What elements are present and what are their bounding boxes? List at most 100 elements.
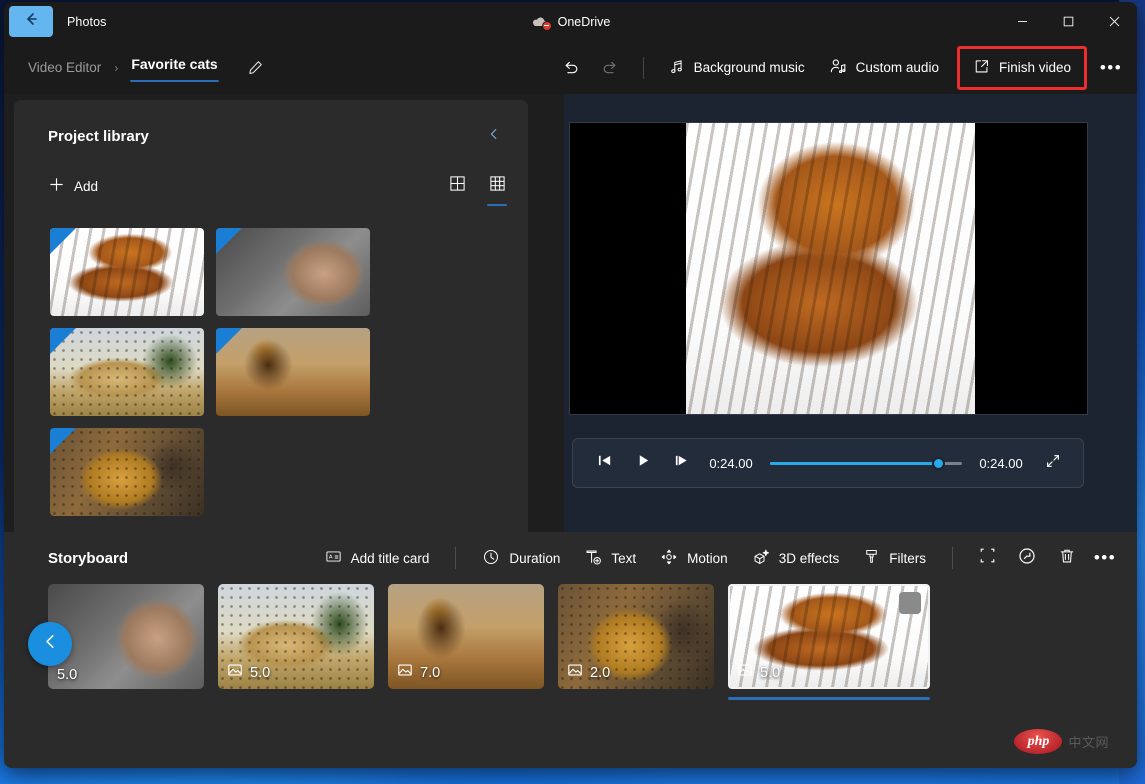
storyboard-panel: Storyboard A Add title card: [4, 532, 1137, 768]
library-thumbnail-grid: [14, 202, 504, 516]
toolbar-divider: [643, 57, 644, 79]
filters-button[interactable]: Filters: [851, 540, 938, 576]
text-label: Text: [611, 551, 636, 566]
selection-corner-indicator: [216, 328, 242, 354]
previous-frame-button[interactable]: [586, 446, 624, 480]
3d-effects-label: 3D effects: [779, 551, 840, 566]
command-bar-actions: Background music Custom audio: [551, 46, 1129, 90]
storyboard-title: Storyboard: [48, 550, 128, 567]
storyboard-tools: A Add title card Duration: [313, 540, 1123, 576]
storyboard-toolbar: Storyboard A Add title card: [4, 532, 1137, 584]
custom-audio-icon: [829, 57, 847, 78]
seek-handle[interactable]: [932, 457, 945, 470]
breadcrumb-video-editor[interactable]: Video Editor: [22, 56, 107, 79]
grid-2x2-icon: [449, 175, 466, 197]
filters-label: Filters: [889, 551, 926, 566]
background-music-button[interactable]: Background music: [656, 50, 817, 86]
delete-button[interactable]: [1047, 540, 1087, 576]
clip-duration: 5.0: [760, 665, 780, 681]
large-grid-view-button[interactable]: [442, 171, 472, 201]
brush-icon: [863, 548, 880, 568]
selection-corner-indicator: [50, 228, 76, 254]
playback-controls: 0:24.00 0:24.00: [572, 438, 1084, 488]
minimize-button[interactable]: [999, 2, 1045, 41]
storyboard-clip-leopard[interactable]: 2.0: [558, 584, 714, 689]
next-frame-button[interactable]: [662, 446, 700, 480]
onedrive-cloud-icon: [531, 15, 551, 29]
play-button[interactable]: [624, 446, 662, 480]
onedrive-status: OneDrive: [4, 2, 1137, 41]
expand-icon: [1045, 453, 1061, 474]
add-media-label: Add: [74, 179, 98, 194]
preview-image-tiger: [686, 123, 975, 414]
photos-app-window: Photos OneDrive Video Editor: [4, 2, 1137, 768]
storyboard-clip-cheetahs[interactable]: 5.0: [218, 584, 374, 689]
previous-frame-icon: [597, 453, 614, 473]
selection-corner-indicator: [50, 328, 76, 354]
watermark: php 中文网: [1014, 729, 1109, 754]
clock-icon: [482, 548, 500, 569]
text-button[interactable]: Text: [572, 540, 648, 576]
back-button[interactable]: [9, 6, 53, 37]
selection-corner-indicator: [216, 228, 242, 254]
playback-seek-slider[interactable]: [770, 449, 962, 477]
redo-button[interactable]: [591, 50, 631, 86]
library-thumbnail-lion[interactable]: [216, 328, 370, 416]
rename-project-button[interactable]: [241, 53, 271, 83]
close-button[interactable]: [1091, 2, 1137, 41]
command-bar-more-button[interactable]: •••: [1093, 50, 1129, 86]
clip-duration: 5.0: [57, 667, 77, 683]
add-media-button[interactable]: Add: [40, 170, 110, 202]
duration-button[interactable]: Duration: [470, 540, 572, 576]
storyboard-clip-cougar[interactable]: 5.0: [48, 584, 204, 689]
library-thumbnail-tiger[interactable]: [50, 228, 204, 316]
command-bar: Video Editor › Favorite cats: [4, 41, 1137, 94]
video-preview-panel: 0:24.00 0:24.00: [564, 94, 1137, 532]
3d-effects-button[interactable]: 3D effects: [740, 540, 852, 576]
maximize-button[interactable]: [1045, 2, 1091, 41]
chevron-left-icon: [487, 127, 501, 146]
project-library-card: Project library: [14, 100, 528, 532]
motion-label: Motion: [687, 551, 728, 566]
library-thumbnail-cougar[interactable]: [216, 228, 370, 316]
current-time-label: 0:24.00: [700, 456, 762, 471]
motion-button[interactable]: Motion: [648, 540, 740, 576]
storyboard-clip-tiger[interactable]: 5.0: [728, 584, 930, 689]
small-grid-view-button[interactable]: [482, 171, 512, 201]
collapse-library-button[interactable]: [480, 122, 508, 150]
storyboard-clip-lion[interactable]: 7.0: [388, 584, 544, 689]
svg-text:A: A: [328, 555, 332, 561]
finish-video-button[interactable]: Finish video: [961, 50, 1083, 86]
seek-fill: [770, 462, 939, 465]
window-controls: [999, 2, 1137, 41]
finish-video-label: Finish video: [999, 60, 1071, 75]
clip-duration: 5.0: [250, 665, 270, 681]
clip-selection-checkbox[interactable]: [899, 592, 921, 614]
library-thumbnail-cheetahs[interactable]: [50, 328, 204, 416]
music-note-icon: [668, 58, 685, 78]
motion-icon: [660, 548, 678, 569]
grid-3x3-icon: [489, 175, 506, 197]
crop-button[interactable]: [967, 540, 1007, 576]
breadcrumb-project-name[interactable]: Favorite cats: [125, 52, 223, 83]
project-library-header: Project library: [14, 100, 528, 150]
storyboard-more-button[interactable]: •••: [1087, 540, 1123, 576]
back-arrow-icon: [23, 11, 39, 32]
duration-label: Duration: [509, 551, 560, 566]
project-library-panel: Project library: [4, 94, 564, 532]
clip-duration: 2.0: [590, 665, 610, 681]
add-title-card-button[interactable]: A Add title card: [313, 540, 442, 576]
fullscreen-button[interactable]: [1036, 446, 1070, 480]
storyboard-clip-strip: 5.0 5.0: [4, 584, 1137, 689]
image-icon: [397, 662, 413, 683]
library-thumbnail-leopard[interactable]: [50, 428, 204, 516]
storyboard-divider-1: [455, 547, 456, 569]
storyboard-scroll-left-button[interactable]: [28, 622, 72, 666]
rotate-button[interactable]: [1007, 540, 1047, 576]
video-preview-frame[interactable]: [569, 122, 1088, 415]
custom-audio-button[interactable]: Custom audio: [817, 50, 951, 86]
text-icon: [584, 548, 602, 569]
undo-button[interactable]: [551, 50, 591, 86]
trash-icon: [1058, 547, 1076, 570]
breadcrumb: Video Editor › Favorite cats: [4, 52, 271, 83]
